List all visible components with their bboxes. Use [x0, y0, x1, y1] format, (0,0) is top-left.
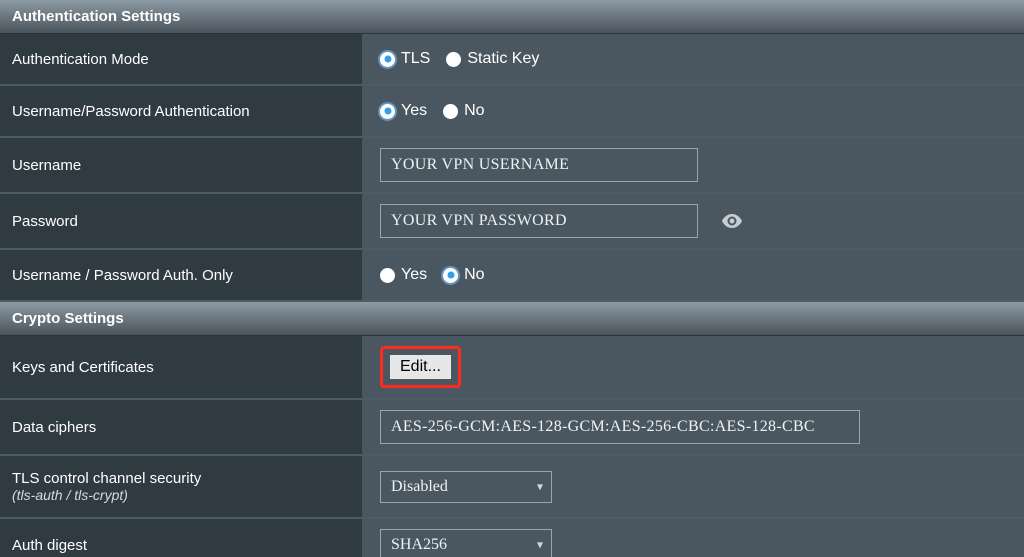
label-auth-only: Username / Password Auth. Only — [0, 250, 362, 300]
radio-icon — [443, 104, 458, 119]
radio-option-no[interactable]: No — [443, 102, 484, 120]
value-auth-digest: SHA256 ▾ — [362, 519, 1024, 557]
label-tls-main: TLS control channel security — [12, 470, 201, 487]
row-username: Username — [0, 138, 1024, 194]
auth-digest-select[interactable]: SHA256 ▾ — [380, 529, 552, 557]
radio-label: Yes — [401, 102, 427, 120]
radio-group-auth-only: Yes No — [380, 266, 485, 284]
row-tls-security: TLS control channel security (tls-auth /… — [0, 456, 1024, 519]
radio-group-auth-mode: TLS Static Key — [380, 50, 539, 68]
radio-label: No — [464, 266, 484, 284]
row-keys-certificates: Keys and Certificates Edit... — [0, 336, 1024, 400]
tls-security-select[interactable]: Disabled ▾ — [380, 471, 552, 503]
section-header-authentication: Authentication Settings — [0, 0, 1024, 34]
label-tls-security: TLS control channel security (tls-auth /… — [0, 456, 362, 517]
row-data-ciphers: Data ciphers — [0, 400, 1024, 456]
row-auth-only: Username / Password Auth. Only Yes No — [0, 250, 1024, 302]
row-auth-digest: Auth digest SHA256 ▾ — [0, 519, 1024, 557]
label-data-ciphers: Data ciphers — [0, 400, 362, 454]
password-input[interactable] — [380, 204, 698, 238]
username-input[interactable] — [380, 148, 698, 182]
chevron-down-icon: ▾ — [537, 538, 543, 553]
label-username: Username — [0, 138, 362, 192]
label-userpass-auth: Username/Password Authentication — [0, 86, 362, 136]
row-userpass-auth: Username/Password Authentication Yes No — [0, 86, 1024, 138]
radio-icon — [446, 52, 461, 67]
value-userpass-auth: Yes No — [362, 86, 1024, 136]
select-value: SHA256 — [391, 536, 447, 554]
radio-option-tls[interactable]: TLS — [380, 50, 430, 68]
value-password — [362, 194, 1024, 248]
label-authentication-mode: Authentication Mode — [0, 34, 362, 84]
radio-label: TLS — [401, 50, 430, 68]
value-authentication-mode: TLS Static Key — [362, 34, 1024, 84]
value-username — [362, 138, 1024, 192]
section-header-crypto: Crypto Settings — [0, 302, 1024, 336]
value-auth-only: Yes No — [362, 250, 1024, 300]
show-password-icon[interactable] — [720, 209, 744, 233]
radio-icon — [443, 268, 458, 283]
radio-option-yes[interactable]: Yes — [380, 266, 427, 284]
row-authentication-mode: Authentication Mode TLS Static Key — [0, 34, 1024, 86]
label-password: Password — [0, 194, 362, 248]
radio-label: Yes — [401, 266, 427, 284]
radio-option-yes[interactable]: Yes — [380, 102, 427, 120]
edit-keys-button[interactable]: Edit... — [389, 354, 452, 380]
data-ciphers-input[interactable] — [380, 410, 860, 444]
label-auth-digest: Auth digest — [0, 519, 362, 557]
label-tls-sub: (tls-auth / tls-crypt) — [12, 487, 201, 503]
value-data-ciphers — [362, 400, 1024, 454]
select-value: Disabled — [391, 478, 448, 496]
radio-option-static-key[interactable]: Static Key — [446, 50, 539, 68]
radio-icon — [380, 52, 395, 67]
value-tls-security: Disabled ▾ — [362, 456, 1024, 517]
radio-icon — [380, 104, 395, 119]
value-keys-certificates: Edit... — [362, 336, 1024, 398]
row-password: Password — [0, 194, 1024, 250]
radio-label: No — [464, 102, 484, 120]
radio-group-userpass-auth: Yes No — [380, 102, 485, 120]
chevron-down-icon: ▾ — [537, 479, 543, 494]
label-keys-certificates: Keys and Certificates — [0, 336, 362, 398]
radio-icon — [380, 268, 395, 283]
radio-label: Static Key — [467, 50, 539, 68]
radio-option-no[interactable]: No — [443, 266, 484, 284]
edit-button-highlight: Edit... — [380, 346, 461, 388]
